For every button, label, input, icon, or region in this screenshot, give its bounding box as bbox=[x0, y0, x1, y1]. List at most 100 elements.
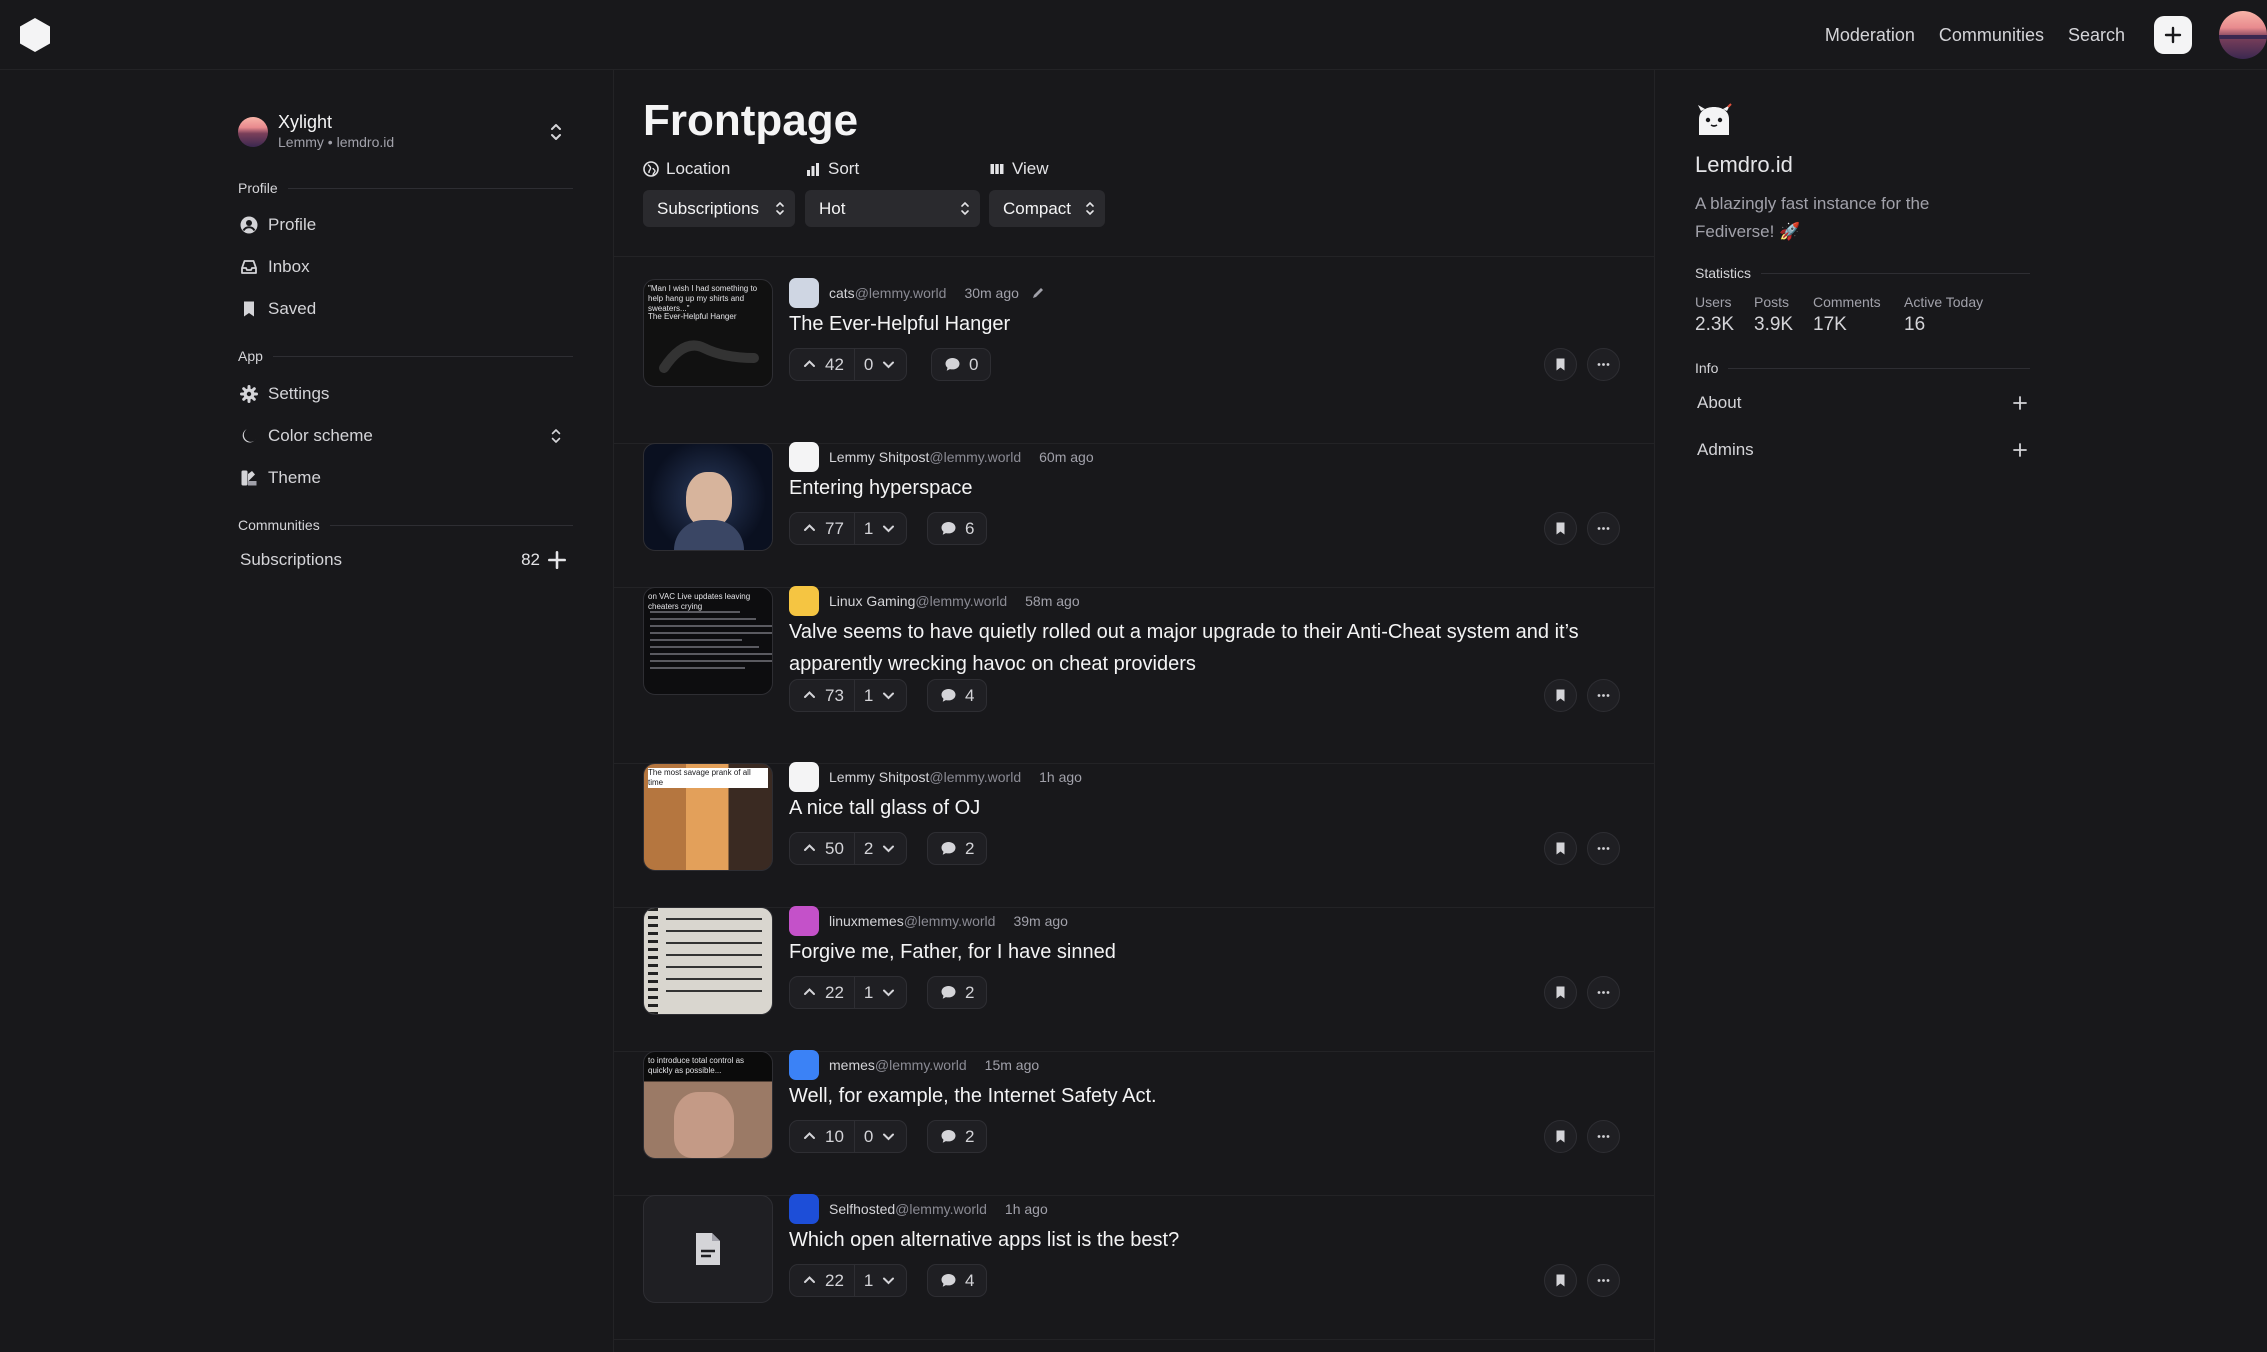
more-options-button[interactable] bbox=[1587, 1264, 1620, 1297]
nav-moderation[interactable]: Moderation bbox=[1825, 25, 1915, 46]
downvote-button[interactable]: 1 bbox=[855, 977, 906, 1008]
sort-select[interactable]: Hot bbox=[805, 190, 980, 227]
sidebar-item-subscriptions[interactable]: Subscriptions 82 bbox=[240, 545, 570, 575]
upvote-button[interactable]: 42 bbox=[790, 349, 855, 380]
upvote-button[interactable]: 50 bbox=[790, 833, 855, 864]
community-name[interactable]: Lemmy Shitpost bbox=[829, 449, 929, 465]
post-title[interactable]: Which open alternative apps list is the … bbox=[789, 1224, 1629, 1256]
post-thumbnail[interactable] bbox=[643, 907, 773, 1015]
post-thumbnail[interactable] bbox=[643, 1195, 773, 1303]
comments-button[interactable]: 4 bbox=[927, 679, 988, 712]
location-select[interactable]: Subscriptions bbox=[643, 190, 795, 227]
info-admins[interactable]: Admins bbox=[1697, 435, 2027, 465]
vote-buttons: 22 1 bbox=[789, 1264, 908, 1297]
post-meta: Lemmy Shitpost @lemmy.world 1h ago bbox=[789, 762, 1082, 792]
post-row[interactable]: to introduce total control as quickly as… bbox=[614, 1050, 1654, 1196]
upvote-button[interactable]: 22 bbox=[790, 977, 855, 1008]
save-post-button[interactable] bbox=[1544, 348, 1577, 381]
post-time: 60m ago bbox=[1039, 449, 1094, 465]
nav-search[interactable]: Search bbox=[2068, 25, 2125, 46]
community-name[interactable]: Linux Gaming bbox=[829, 593, 915, 609]
community-icon[interactable] bbox=[789, 278, 819, 308]
plus-icon[interactable] bbox=[548, 551, 566, 569]
upvote-button[interactable]: 10 bbox=[790, 1121, 855, 1152]
community-name[interactable]: Selfhosted bbox=[829, 1201, 895, 1217]
post-title[interactable]: Forgive me, Father, for I have sinned bbox=[789, 936, 1629, 968]
account-switcher[interactable]: Xylight Lemmy • lemdro.id bbox=[238, 112, 573, 162]
more-options-button[interactable] bbox=[1587, 832, 1620, 865]
post-row[interactable]: Lemmy Shitpost @lemmy.world 60m ago Enterin… bbox=[614, 442, 1654, 588]
sidebar-item-label: Inbox bbox=[268, 257, 310, 276]
comments-button[interactable]: 4 bbox=[927, 1264, 988, 1297]
downvote-button[interactable]: 0 bbox=[855, 1121, 906, 1152]
post-title[interactable]: A nice tall glass of OJ bbox=[789, 792, 1629, 824]
comments-button[interactable]: 2 bbox=[927, 1120, 988, 1153]
post-title[interactable]: The Ever-Helpful Hanger bbox=[789, 308, 1629, 340]
post-row[interactable]: "Man I wish I had something to help hang… bbox=[614, 278, 1654, 444]
community-icon[interactable] bbox=[789, 906, 819, 936]
downvote-button[interactable]: 1 bbox=[855, 513, 906, 544]
save-post-button[interactable] bbox=[1544, 1120, 1577, 1153]
sidebar-item-theme[interactable]: Theme bbox=[240, 463, 570, 493]
comment-count: 4 bbox=[965, 1270, 975, 1290]
post-thumbnail[interactable]: "Man I wish I had something to help hang… bbox=[643, 279, 773, 387]
post-row[interactable]: The most savage prank of all time Lemmy S… bbox=[614, 762, 1654, 908]
downvote-count: 1 bbox=[863, 982, 874, 1002]
post-row[interactable]: linuxmemes @lemmy.world 39m ago Forgive me,… bbox=[614, 906, 1654, 1052]
sidebar-item-inbox[interactable]: Inbox bbox=[240, 252, 570, 282]
create-post-button[interactable] bbox=[2154, 16, 2192, 54]
community-icon[interactable] bbox=[789, 1194, 819, 1224]
comments-button[interactable]: 2 bbox=[927, 832, 988, 865]
post-thumbnail[interactable]: on VAC Live updates leaving cheaters cry… bbox=[643, 587, 773, 695]
community-icon[interactable] bbox=[789, 1050, 819, 1080]
downvote-button[interactable]: 1 bbox=[855, 680, 906, 711]
save-post-button[interactable] bbox=[1544, 1264, 1577, 1297]
post-title[interactable]: Well, for example, the Internet Safety A… bbox=[789, 1080, 1629, 1112]
comments-button[interactable]: 6 bbox=[927, 512, 988, 545]
downvote-button[interactable]: 0 bbox=[855, 349, 906, 380]
more-options-button[interactable] bbox=[1587, 348, 1620, 381]
comment-bubble-icon bbox=[945, 358, 960, 371]
instance-icon bbox=[1698, 103, 1732, 135]
comments-button[interactable]: 2 bbox=[927, 976, 988, 1009]
save-post-button[interactable] bbox=[1544, 512, 1577, 545]
sidebar-item-profile[interactable]: Profile bbox=[240, 210, 570, 240]
community-icon[interactable] bbox=[789, 586, 819, 616]
more-options-button[interactable] bbox=[1587, 1120, 1620, 1153]
post-row[interactable]: Selfhosted @lemmy.world 1h ago Which open a… bbox=[614, 1194, 1654, 1340]
post-title[interactable]: Entering hyperspace bbox=[789, 472, 1629, 504]
community-name[interactable]: memes bbox=[829, 1057, 875, 1073]
post-thumbnail[interactable]: The most savage prank of all time bbox=[643, 763, 773, 871]
community-icon[interactable] bbox=[789, 442, 819, 472]
post-title[interactable]: Valve seems to have quietly rolled out a… bbox=[789, 616, 1629, 680]
sidebar-item-settings[interactable]: Settings bbox=[240, 379, 570, 409]
chevron-down-icon bbox=[883, 845, 895, 853]
nav-communities[interactable]: Communities bbox=[1939, 25, 2044, 46]
upvote-button[interactable]: 77 bbox=[790, 513, 855, 544]
sidebar-item-color-scheme[interactable]: Color scheme bbox=[240, 421, 570, 451]
lemmy-logo-icon[interactable] bbox=[18, 17, 52, 53]
more-options-button[interactable] bbox=[1587, 512, 1620, 545]
save-post-button[interactable] bbox=[1544, 976, 1577, 1009]
view-select[interactable]: Compact bbox=[989, 190, 1105, 227]
upvote-button[interactable]: 73 bbox=[790, 680, 855, 711]
comments-button[interactable]: 0 bbox=[931, 348, 992, 381]
community-name[interactable]: cats bbox=[829, 285, 855, 301]
nav-links: Moderation Communities Search bbox=[1825, 0, 2125, 70]
save-post-button[interactable] bbox=[1544, 679, 1577, 712]
post-thumbnail[interactable] bbox=[643, 443, 773, 551]
sidebar-item-saved[interactable]: Saved bbox=[240, 294, 570, 324]
community-icon[interactable] bbox=[789, 762, 819, 792]
community-name[interactable]: Lemmy Shitpost bbox=[829, 769, 929, 785]
upvote-button[interactable]: 22 bbox=[790, 1265, 855, 1296]
more-options-button[interactable] bbox=[1587, 976, 1620, 1009]
post-row[interactable]: on VAC Live updates leaving cheaters cry… bbox=[614, 586, 1654, 764]
post-thumbnail[interactable]: to introduce total control as quickly as… bbox=[643, 1051, 773, 1159]
info-about[interactable]: About bbox=[1697, 388, 2027, 418]
user-avatar[interactable] bbox=[2219, 11, 2267, 59]
downvote-button[interactable]: 2 bbox=[855, 833, 906, 864]
downvote-button[interactable]: 1 bbox=[855, 1265, 906, 1296]
community-name[interactable]: linuxmemes bbox=[829, 913, 904, 929]
more-options-button[interactable] bbox=[1587, 679, 1620, 712]
save-post-button[interactable] bbox=[1544, 832, 1577, 865]
